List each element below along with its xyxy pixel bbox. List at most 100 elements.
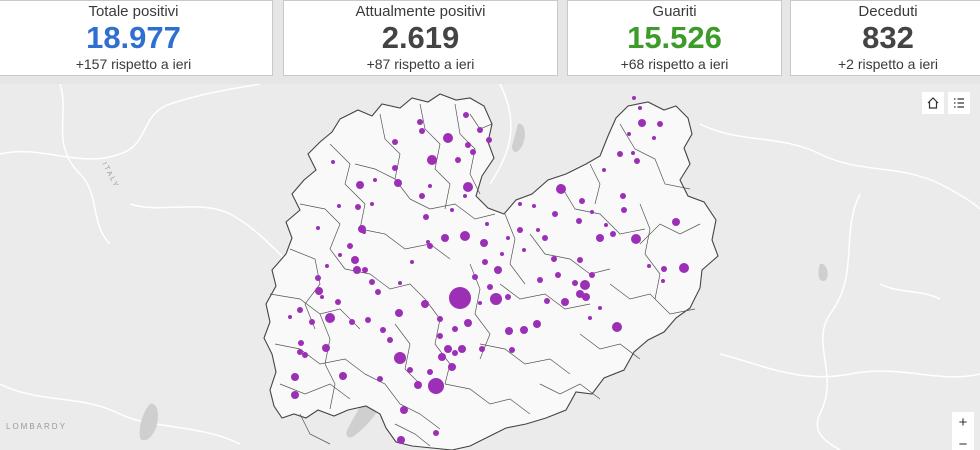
legend-button[interactable] — [948, 92, 970, 114]
case-point[interactable] — [576, 218, 582, 224]
case-point[interactable] — [522, 248, 526, 252]
case-point[interactable] — [291, 391, 299, 399]
case-point[interactable] — [506, 236, 510, 240]
case-point[interactable] — [421, 300, 429, 308]
case-point[interactable] — [486, 137, 492, 143]
case-point[interactable] — [337, 204, 341, 208]
case-point[interactable] — [315, 275, 321, 281]
case-point[interactable] — [427, 369, 433, 375]
case-point[interactable] — [322, 344, 330, 352]
case-point[interactable] — [325, 264, 329, 268]
case-point[interactable] — [437, 333, 443, 339]
case-point[interactable] — [604, 223, 608, 227]
case-point[interactable] — [561, 298, 569, 306]
case-point[interactable] — [356, 181, 364, 189]
case-point[interactable] — [555, 272, 561, 278]
case-point[interactable] — [452, 326, 458, 332]
case-point[interactable] — [320, 295, 324, 299]
case-point[interactable] — [309, 319, 315, 325]
case-point[interactable] — [490, 293, 502, 305]
case-point[interactable] — [518, 202, 522, 206]
case-point[interactable] — [572, 280, 578, 286]
case-point[interactable] — [288, 315, 292, 319]
case-point[interactable] — [537, 277, 543, 283]
case-point[interactable] — [579, 198, 585, 204]
case-point[interactable] — [632, 96, 636, 100]
case-point[interactable] — [438, 353, 446, 361]
case-point[interactable] — [444, 345, 452, 353]
case-point[interactable] — [465, 142, 471, 148]
case-point[interactable] — [458, 345, 466, 353]
case-point[interactable] — [437, 316, 443, 322]
case-point[interactable] — [634, 158, 640, 164]
case-point[interactable] — [679, 263, 689, 273]
case-point[interactable] — [339, 372, 347, 380]
case-point[interactable] — [349, 319, 355, 325]
case-point[interactable] — [427, 155, 437, 165]
case-point[interactable] — [672, 218, 680, 226]
case-point[interactable] — [428, 184, 432, 188]
case-point[interactable] — [532, 204, 536, 208]
case-point[interactable] — [464, 319, 472, 327]
case-point[interactable] — [407, 367, 413, 373]
case-point[interactable] — [577, 257, 583, 263]
case-point[interactable] — [433, 430, 439, 436]
zoom-out-button[interactable]: − — [952, 434, 974, 450]
home-button[interactable] — [922, 92, 944, 114]
case-point[interactable] — [291, 373, 299, 381]
case-point[interactable] — [398, 281, 402, 285]
case-point[interactable] — [452, 350, 458, 356]
case-point[interactable] — [536, 228, 540, 232]
case-point[interactable] — [387, 337, 393, 343]
case-point[interactable] — [631, 234, 641, 244]
case-point[interactable] — [478, 301, 482, 305]
case-point[interactable] — [417, 119, 423, 125]
case-point[interactable] — [617, 151, 623, 157]
case-point[interactable] — [316, 226, 320, 230]
case-point[interactable] — [487, 284, 493, 290]
case-point[interactable] — [370, 202, 374, 206]
case-point[interactable] — [297, 307, 303, 313]
case-point[interactable] — [419, 128, 425, 134]
case-point[interactable] — [505, 327, 513, 335]
case-point[interactable] — [414, 381, 422, 389]
case-point[interactable] — [394, 179, 402, 187]
case-point[interactable] — [590, 210, 594, 214]
case-point[interactable] — [298, 340, 304, 346]
map-view[interactable]: LOMBARDY ITALY + − — [0, 84, 980, 450]
case-point[interactable] — [652, 136, 656, 140]
case-point[interactable] — [347, 243, 353, 249]
case-point[interactable] — [556, 184, 566, 194]
case-point[interactable] — [589, 272, 595, 278]
case-point[interactable] — [485, 222, 489, 226]
case-point[interactable] — [380, 327, 386, 333]
case-point[interactable] — [353, 266, 361, 274]
case-point[interactable] — [365, 317, 371, 323]
case-point[interactable] — [657, 121, 663, 127]
case-point[interactable] — [297, 349, 303, 355]
case-point[interactable] — [620, 193, 626, 199]
case-point[interactable] — [335, 299, 341, 305]
case-point[interactable] — [362, 267, 368, 273]
case-point[interactable] — [621, 207, 627, 213]
case-point[interactable] — [552, 211, 558, 217]
case-point[interactable] — [463, 182, 473, 192]
case-point[interactable] — [410, 260, 414, 264]
case-point[interactable] — [661, 279, 665, 283]
case-point[interactable] — [392, 139, 398, 145]
case-point[interactable] — [494, 266, 502, 274]
case-point[interactable] — [426, 240, 430, 244]
case-point[interactable] — [551, 256, 557, 262]
case-point[interactable] — [463, 194, 467, 198]
case-point[interactable] — [612, 322, 622, 332]
case-point[interactable] — [638, 106, 642, 110]
map-canvas[interactable] — [0, 84, 980, 450]
case-point[interactable] — [631, 151, 635, 155]
case-point[interactable] — [505, 294, 511, 300]
case-point[interactable] — [576, 290, 584, 298]
case-point[interactable] — [542, 235, 548, 241]
case-point[interactable] — [638, 119, 646, 127]
case-point[interactable] — [509, 347, 515, 353]
case-point[interactable] — [394, 352, 406, 364]
case-point[interactable] — [588, 316, 592, 320]
